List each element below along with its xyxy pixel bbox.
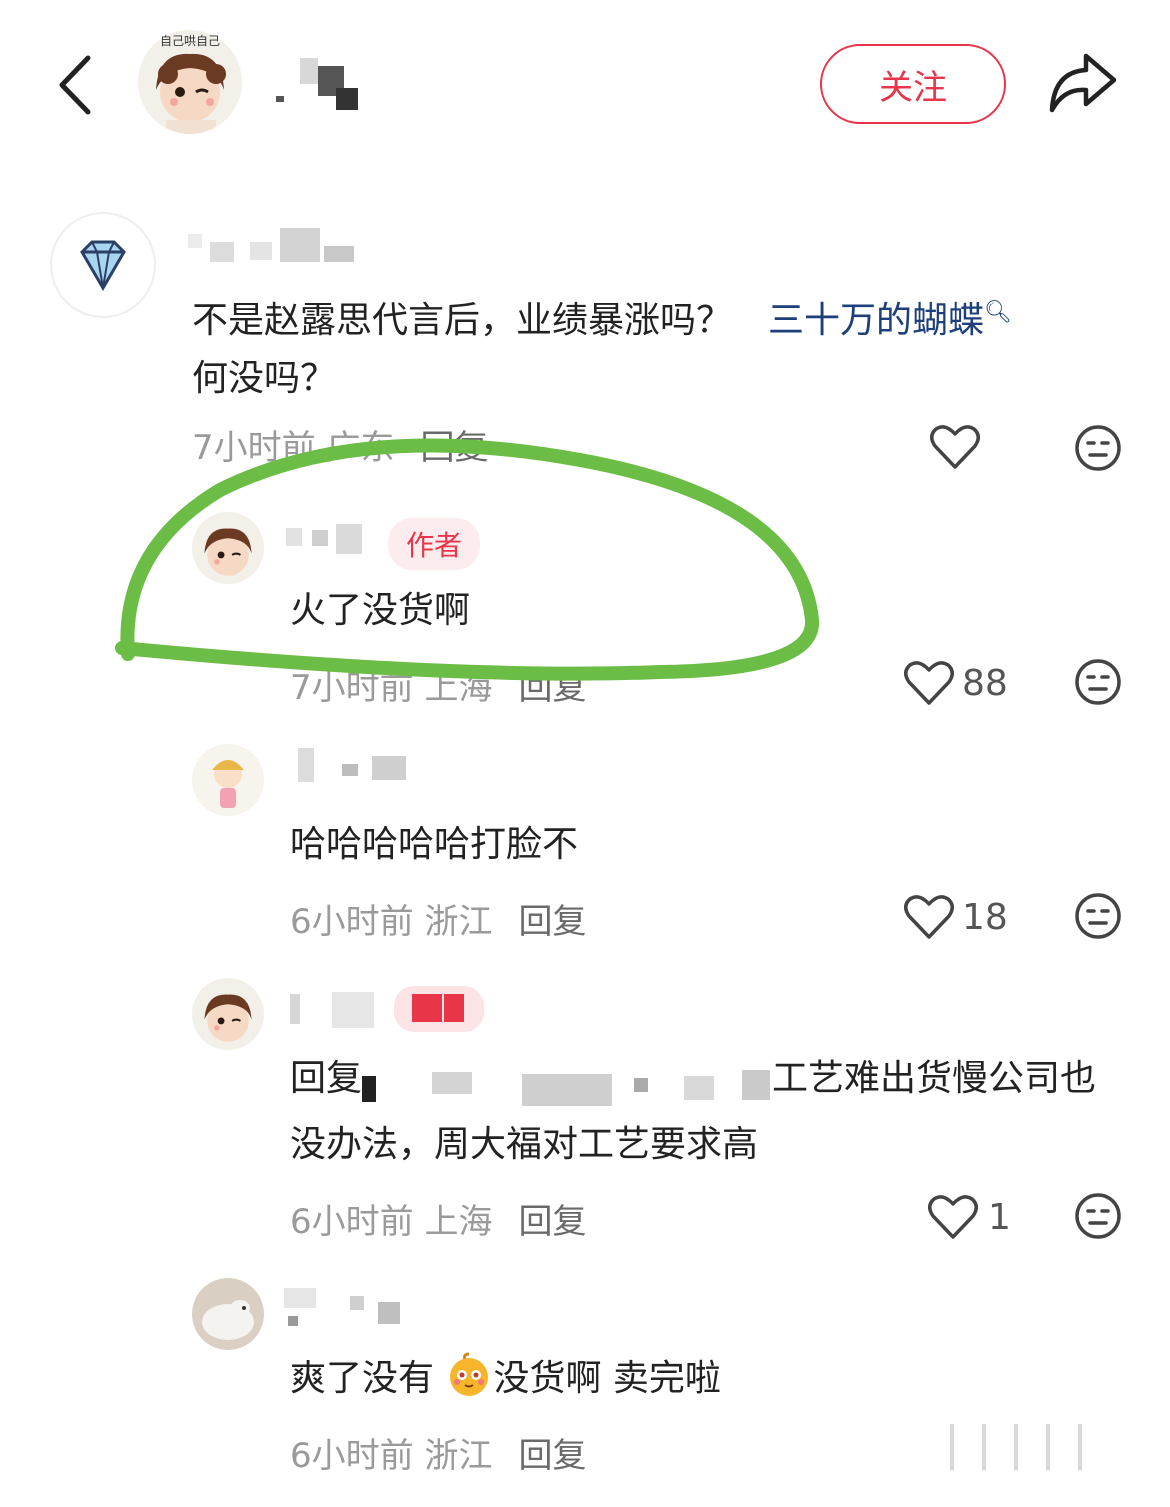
dislike-icon[interactable] [1074, 424, 1122, 476]
share-icon[interactable] [1046, 50, 1118, 116]
reply-button[interactable]: 回复 [518, 1202, 586, 1242]
like-icon [904, 895, 954, 939]
search-link[interactable]: 三十万的蝴蝶 [768, 300, 984, 341]
comment-meta: 6小时前 浙江 回复 [290, 902, 587, 942]
author-name-redacted [272, 58, 362, 110]
dislike-icon[interactable] [1074, 658, 1122, 710]
reply-button[interactable]: 回复 [518, 902, 586, 942]
like-button[interactable]: 88 [904, 660, 1008, 706]
commenter-name-redacted [284, 1288, 414, 1328]
like-icon[interactable] [930, 424, 980, 474]
search-icon[interactable]: 🔍︎ [984, 300, 1012, 325]
like-button[interactable]: 1 [928, 1194, 1011, 1240]
comment-text: 哈哈哈哈哈打脸不 [290, 824, 579, 865]
reply-button[interactable]: 回复 [518, 1436, 586, 1476]
commenter-avatar[interactable] [192, 744, 264, 816]
like-icon [928, 1195, 978, 1239]
redacted-mention [362, 1060, 772, 1106]
like-count: 18 [962, 896, 1008, 938]
dislike-icon[interactable] [1074, 1192, 1122, 1244]
like-button[interactable]: 18 [904, 894, 1008, 940]
commenter-avatar[interactable] [50, 212, 156, 318]
commenter-name-redacted [292, 744, 422, 784]
comment-text: 爽了没有 没货啊 卖完啦 [290, 1346, 721, 1412]
shy-face-emoji-icon [450, 1352, 489, 1396]
avatar-caption: 自己哄自己 [160, 34, 221, 48]
like-count: 88 [962, 662, 1008, 704]
comment-text-line2: 何没吗？ [192, 358, 337, 399]
author-reply-avatar[interactable] [192, 978, 264, 1050]
commenter-avatar[interactable] [192, 1278, 264, 1350]
comment-text: 回复 工艺难出货慢公司也 [290, 1046, 1096, 1112]
commenter-name-redacted [188, 226, 358, 266]
comment-text: 不是赵露思代言后，业绩暴涨吗？ 三十万的蝴蝶🔍︎ [192, 300, 1012, 341]
follow-button[interactable]: 关注 [820, 44, 1006, 124]
comment-text-line2: 没办法，周大福对工艺要求高 [290, 1124, 759, 1165]
highlight-circle [115, 438, 820, 681]
diamond-icon [80, 240, 126, 291]
back-icon[interactable] [52, 50, 102, 120]
commenter-name-redacted [286, 986, 486, 1036]
like-count: 1 [988, 1196, 1011, 1238]
comment-meta: 6小时前 上海 回复 [290, 1202, 587, 1242]
comment-meta: 6小时前 浙江 回复 [290, 1436, 587, 1476]
watermark-lines [950, 1424, 1110, 1472]
dislike-icon[interactable] [1074, 892, 1122, 944]
like-icon [904, 661, 954, 705]
